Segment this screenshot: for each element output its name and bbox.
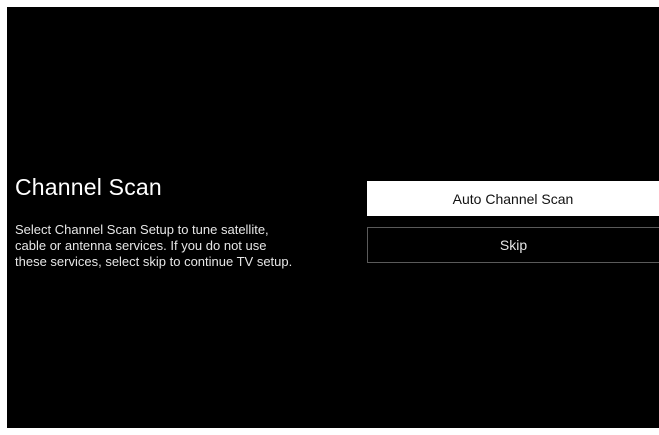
skip-button[interactable]: Skip xyxy=(367,227,659,263)
tv-setup-screen: Channel Scan Select Channel Scan Setup t… xyxy=(7,7,659,428)
page-description: Select Channel Scan Setup to tune satell… xyxy=(15,222,292,270)
page-title: Channel Scan xyxy=(15,174,162,200)
description-line: cable or antenna services. If you do not… xyxy=(15,238,267,253)
description-line: these services, select skip to continue … xyxy=(15,254,293,269)
auto-channel-scan-button[interactable]: Auto Channel Scan xyxy=(367,181,659,216)
description-line: Select Channel Scan Setup to tune satell… xyxy=(15,222,269,237)
